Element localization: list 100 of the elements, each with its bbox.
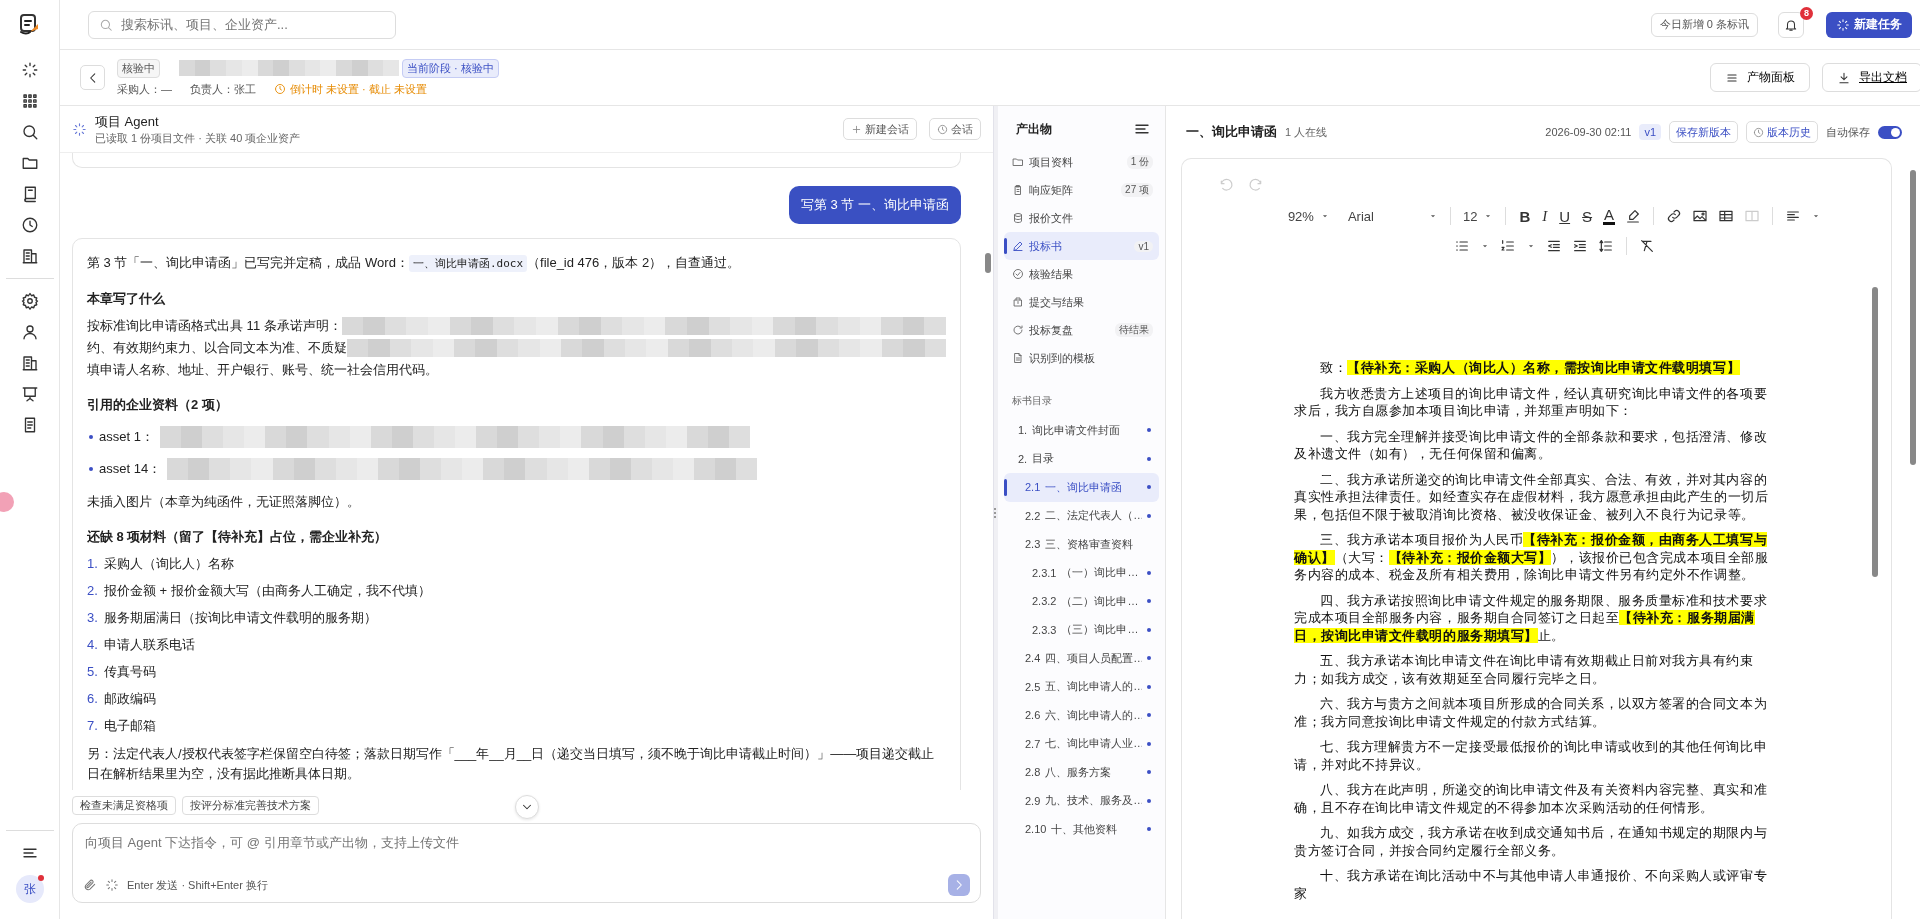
artifacts-panel-button[interactable]: 产物面板	[1710, 63, 1810, 92]
format-button[interactable]: U	[1558, 207, 1572, 225]
outline-number: 2.6	[1025, 709, 1041, 722]
search-icon[interactable]	[20, 123, 39, 141]
list-number: 7.	[87, 717, 98, 735]
outline-item[interactable]: 2.3.2 （二）询比申…	[1004, 587, 1159, 616]
line-height-icon[interactable]	[1598, 238, 1614, 254]
outline-item[interactable]: 1. 询比申请文件封面	[1004, 416, 1159, 445]
nav-item[interactable]: 识别到的模板	[1004, 344, 1159, 372]
document-paragraph: 四、我方承诺按照询比申请文件规定的服务期限、服务质量标准和技术要求完成本项目全部服务内容，服务期自合同签订之日起至【待补充：服务期届满日，按询比申请文件载明的服务期填写】止。	[1294, 591, 1769, 644]
autosave-toggle[interactable]	[1878, 125, 1902, 139]
presentation-icon[interactable]	[20, 385, 39, 403]
building-icon[interactable]	[20, 247, 39, 265]
format-button[interactable]: A	[1603, 207, 1616, 225]
outline-item[interactable]: 2.2 二、法定代表人（…	[1004, 501, 1159, 530]
nav-item[interactable]: 项目资料 1 份	[1004, 148, 1159, 176]
paperclip-icon[interactable]	[83, 878, 97, 892]
outline-number: 2.3	[1025, 538, 1041, 551]
link-icon[interactable]	[1666, 208, 1683, 224]
document-paragraph: 致：【待补充：采购人（询比人）名称，需按询比申请文件载明填写】	[1319, 359, 1742, 377]
outline-item[interactable]: 2.3.3 （三）询比申…	[1004, 615, 1159, 644]
outline-number: 2.10	[1025, 823, 1047, 836]
outline-item[interactable]: 2.8 八、服务方案	[1004, 758, 1159, 787]
new-listings-button[interactable]: 今日新增 0 条标讯	[1650, 12, 1758, 37]
nav-item[interactable]: 核验结果	[1004, 260, 1159, 288]
settings-icon[interactable]	[20, 292, 39, 310]
outline-number: 2.	[1018, 452, 1028, 465]
outline-item[interactable]: 2.3 三、资格审查资料	[1004, 530, 1159, 559]
outline-label: 七、询比申请人业…	[1045, 736, 1142, 752]
outline-number: 2.7	[1025, 737, 1041, 750]
search-field[interactable]: 搜索标讯、项目、企业资产...	[88, 10, 396, 39]
document-paragraph: 八、我方在此声明，所递交的询比申请文件及有关资料内容完整、真实和准确，且不存在询比申请文件规定的不得参加本次采购活动的任何情形。	[1294, 781, 1769, 816]
outline-item[interactable]: 2.5 五、询比申请人的…	[1004, 672, 1159, 701]
nav-item[interactable]: 投标书 v1	[1004, 232, 1159, 260]
section-heading: 引用的企业资料（2 项）	[87, 396, 229, 414]
user-avatar[interactable]: 张	[15, 875, 44, 903]
outline-label: 六、询比申请人的…	[1045, 707, 1142, 723]
outline-item[interactable]: 2.4 四、项目人员配置…	[1004, 644, 1159, 673]
save-version-button[interactable]: 保存新版本	[1669, 121, 1738, 143]
table-icon[interactable]	[1718, 208, 1735, 224]
outdent-icon[interactable]	[1546, 238, 1562, 254]
outline-label: 五、询比申请人的…	[1045, 679, 1142, 695]
indent-icon[interactable]	[1572, 238, 1588, 254]
format-button[interactable]: B	[1518, 207, 1532, 225]
suggestion-chip[interactable]: 按评分标准完善技术方案	[182, 796, 319, 815]
nav-item[interactable]: 报价文件	[1004, 204, 1159, 232]
building-icon[interactable]	[20, 354, 39, 372]
export-button[interactable]: 导出文档	[1822, 63, 1920, 92]
highlighter-icon[interactable]	[1625, 208, 1642, 224]
back-button[interactable]	[80, 65, 105, 90]
count-badge: 1 份	[1126, 155, 1153, 169]
countdown-label: 倒计时 未设置 · 截止 未设置	[290, 81, 427, 97]
new-chat-button[interactable]: 新建会话	[843, 118, 917, 140]
clear-format-icon[interactable]	[1639, 238, 1655, 254]
outline-item[interactable]: 2.1 一、询比申请函	[1004, 473, 1159, 502]
outline-item[interactable]: 2. 目录	[1004, 444, 1159, 473]
align-icon[interactable]	[1785, 208, 1802, 224]
sparkle-icon	[72, 121, 87, 137]
document-paragraph: 七、我方理解贵方不一定接受最低报价的询比申请或收到的其他任何询比申请，并对此不持异议。	[1294, 738, 1769, 773]
suggestion-chip[interactable]: 检查未满足资格项	[72, 796, 176, 815]
document-paragraph: 五、我方承诺本询比申请文件在询比申请有效期截止日前对我方具有约束力；如我方成交，该有效期延至合同履行完毕之日。	[1294, 652, 1755, 687]
outline-item[interactable]: 2.6 六、询比申请人的…	[1004, 701, 1159, 730]
outline-number: 2.3.1	[1032, 566, 1057, 579]
image-icon[interactable]	[1692, 208, 1709, 224]
nav-item[interactable]: 响应矩阵 27 项	[1004, 176, 1159, 204]
clock-icon[interactable]	[20, 216, 39, 234]
outline-item[interactable]: 2.10 十、其他资料	[1004, 815, 1159, 844]
outline-label: 八、服务方案	[1045, 764, 1113, 780]
nav-item[interactable]: 提交与结果	[1004, 288, 1159, 316]
nav-label: 投标书	[1029, 238, 1063, 254]
user-icon[interactable]	[20, 323, 39, 341]
zoom-dropdown[interactable]: 92%	[1287, 208, 1330, 224]
format-button[interactable]: S	[1581, 207, 1594, 225]
panel-title: 产出物	[1016, 120, 1052, 138]
version-history-button[interactable]: 版本历史	[1746, 121, 1818, 143]
bulleted-list-icon[interactable]	[1454, 238, 1470, 254]
nav-label: 投标复盘	[1029, 322, 1074, 338]
grid-icon[interactable]	[20, 92, 39, 110]
outline-label: （一）询比申…	[1061, 565, 1140, 581]
document-paragraph: 我方收悉贵方上述项目的询比申请文件，经认真研究询比申请文件的各项要求后，我方自愿参加本项目询比申请，并郑重声明如下：	[1294, 384, 1769, 420]
message-composer[interactable]: 向项目 Agent 下达指令，可 @ 引用章节或产出物，支持上传文件 Enter 发送 · Shift+Enter 换行	[72, 823, 981, 903]
font-dropdown[interactable]: Arial	[1347, 208, 1438, 224]
pen-icon	[1012, 240, 1024, 252]
outline-item[interactable]: 2.9 九、技术、服务及…	[1004, 786, 1159, 815]
font-size-dropdown[interactable]: 12	[1462, 208, 1494, 224]
chats-button[interactable]: 会话	[929, 118, 981, 140]
new-task-button[interactable]: 新建任务	[1826, 11, 1912, 38]
search-input[interactable]: 搜索标讯、项目、企业资产...	[119, 16, 385, 33]
document-paragraph: 九、如我方成交，我方承诺在收到成交通知书后，在通知书规定的期限内与贵方签订合同，并按合同约定履行全部义务。	[1294, 824, 1769, 859]
numbered-list-icon[interactable]	[1500, 238, 1516, 254]
database-icon	[1012, 212, 1024, 224]
count-badge: 待结果	[1115, 323, 1153, 337]
format-button[interactable]: I	[1541, 207, 1549, 225]
notifications-button[interactable]	[1778, 11, 1804, 38]
list-item: 报价金额 + 报价金额大写（由商务人工确定，我不代填）	[103, 582, 431, 600]
message-text: 按标准询比申请函格式出具 11 条承诺声明：	[87, 317, 342, 335]
outline-item[interactable]: 2.3.1 （一）询比申…	[1004, 558, 1159, 587]
sparkle-icon[interactable]	[20, 61, 39, 79]
outline-item[interactable]: 2.7 七、询比申请人业…	[1004, 729, 1159, 758]
nav-item[interactable]: 投标复盘 待结果	[1004, 316, 1159, 344]
